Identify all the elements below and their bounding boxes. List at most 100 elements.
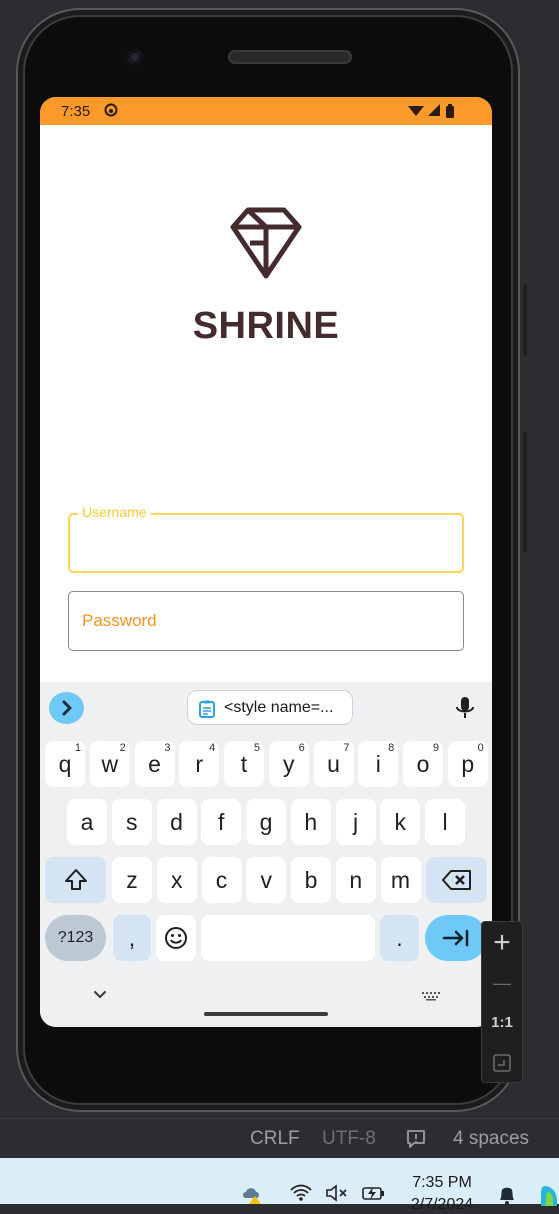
key-f[interactable]: f <box>201 799 242 845</box>
shift-icon <box>64 869 87 890</box>
key-number-hint: 3 <box>164 742 171 754</box>
mic-icon[interactable] <box>455 696 475 720</box>
key-r[interactable]: r4 <box>179 741 220 787</box>
period-key[interactable]: . <box>380 915 419 961</box>
chevron-right-icon <box>62 700 72 716</box>
taskbar-clock[interactable]: 7:35 PM <box>392 1174 492 1192</box>
key-number-hint: 0 <box>477 742 484 754</box>
keyboard-icon[interactable] <box>421 991 441 1001</box>
backspace-icon <box>441 870 471 890</box>
backspace-key[interactable] <box>426 857 487 903</box>
status-time: 7:35 <box>61 103 91 120</box>
key-label: s <box>126 809 138 835</box>
key-number-hint: 5 <box>253 742 260 754</box>
key-label: n <box>349 867 363 893</box>
volume-muted-icon[interactable] <box>325 1184 349 1202</box>
space-key[interactable] <box>201 915 375 961</box>
key-h[interactable]: h <box>290 799 331 845</box>
key-z[interactable]: z <box>112 857 152 903</box>
zoom-out-button[interactable]: — <box>482 964 522 1002</box>
read-only-toggle-icon[interactable] <box>405 1128 427 1150</box>
key-l[interactable]: l <box>425 799 465 845</box>
clipboard-icon <box>199 700 215 718</box>
key-c[interactable]: c <box>201 857 242 903</box>
key-label: g <box>259 809 273 835</box>
zoom-in-button[interactable]: + <box>482 924 522 962</box>
key-number-hint: 6 <box>298 742 305 754</box>
line-separator-indicator[interactable]: CRLF <box>250 1128 300 1150</box>
key-number-hint: 4 <box>209 742 216 754</box>
notification-icon <box>104 103 118 117</box>
weather-icon[interactable] <box>241 1184 265 1206</box>
password-label: Password <box>82 611 157 630</box>
key-number-hint: 7 <box>343 742 350 754</box>
key-number-hint: 1 <box>74 742 81 754</box>
key-x[interactable]: x <box>156 857 197 903</box>
key-v[interactable]: v <box>246 857 287 903</box>
key-label: h <box>304 809 318 835</box>
key-label: b <box>304 867 318 893</box>
key-label: r <box>195 751 204 777</box>
username-label: Username <box>78 504 151 520</box>
emoji-key[interactable] <box>156 915 196 961</box>
actual-size-button[interactable]: 1:1 <box>482 1004 522 1042</box>
key-k[interactable]: k <box>380 799 421 845</box>
key-label: a <box>80 809 94 835</box>
keyboard-toolbar-button[interactable] <box>49 692 84 724</box>
earpiece-speaker <box>228 50 352 64</box>
key-u[interactable]: u7 <box>313 741 354 787</box>
comma-key[interactable]: , <box>113 915 151 961</box>
key-s[interactable]: s <box>111 799 152 845</box>
ide-status-bar: CRLF UTF-8 4 spaces <box>0 1118 559 1158</box>
key-y[interactable]: y6 <box>268 741 309 787</box>
key-a[interactable]: a <box>67 799 107 845</box>
notification-bell-icon[interactable] <box>497 1184 517 1206</box>
key-label: u <box>327 751 340 777</box>
key-label: l <box>442 809 448 835</box>
power-button <box>523 284 527 356</box>
fit-screen-button[interactable] <box>482 1044 522 1082</box>
key-m[interactable]: m <box>380 857 421 903</box>
key-t[interactable]: t5 <box>224 741 264 787</box>
emoji-icon <box>165 927 187 949</box>
username-field[interactable]: Username <box>68 504 464 573</box>
gesture-nav-handle[interactable] <box>204 1012 328 1016</box>
symbols-key-label: ?123 <box>57 929 94 946</box>
key-o[interactable]: o9 <box>403 741 443 787</box>
tab-next-icon <box>442 929 469 947</box>
taskbar-date[interactable]: 2/7/2024 <box>392 1196 492 1214</box>
key-label: m <box>390 867 411 893</box>
key-label: d <box>170 809 183 835</box>
key-n[interactable]: n <box>335 857 376 903</box>
key-g[interactable]: g <box>246 799 286 845</box>
key-label: o <box>416 751 430 777</box>
encoding-indicator[interactable]: UTF-8 <box>322 1128 376 1150</box>
key-b[interactable]: b <box>291 857 331 903</box>
clipboard-suggestion-chip[interactable]: <style name=... <box>187 690 353 725</box>
symbols-key[interactable]: ?123 <box>45 915 106 961</box>
emulator-zoom-toolbar: + — 1:1 <box>481 921 523 1083</box>
period-key-label: . <box>396 925 403 951</box>
key-j[interactable]: j <box>335 799 376 845</box>
key-p[interactable]: p0 <box>447 741 488 787</box>
indent-indicator[interactable]: 4 spaces <box>453 1128 529 1150</box>
chevron-down-icon[interactable] <box>92 989 108 1001</box>
key-i[interactable]: i8 <box>358 741 399 787</box>
key-w[interactable]: w2 <box>89 741 130 787</box>
fit-screen-icon <box>493 1054 511 1072</box>
key-e[interactable]: e3 <box>134 741 175 787</box>
signal-battery-icon <box>408 104 454 118</box>
password-field[interactable]: Password <box>68 591 464 651</box>
key-label: v <box>260 867 273 893</box>
key-number-hint: 2 <box>119 742 126 754</box>
key-d[interactable]: d <box>156 799 197 845</box>
next-action-key[interactable] <box>425 915 487 961</box>
wifi-icon[interactable] <box>289 1184 313 1202</box>
battery-charging-icon[interactable] <box>361 1184 387 1202</box>
shift-key[interactable] <box>45 857 106 903</box>
key-q[interactable]: q1 <box>45 741 85 787</box>
volume-buttons <box>523 432 527 552</box>
copilot-icon[interactable] <box>539 1184 559 1206</box>
clipboard-suggestion-text: <style name=... <box>224 699 334 716</box>
app-title: SHRINE <box>192 305 340 347</box>
